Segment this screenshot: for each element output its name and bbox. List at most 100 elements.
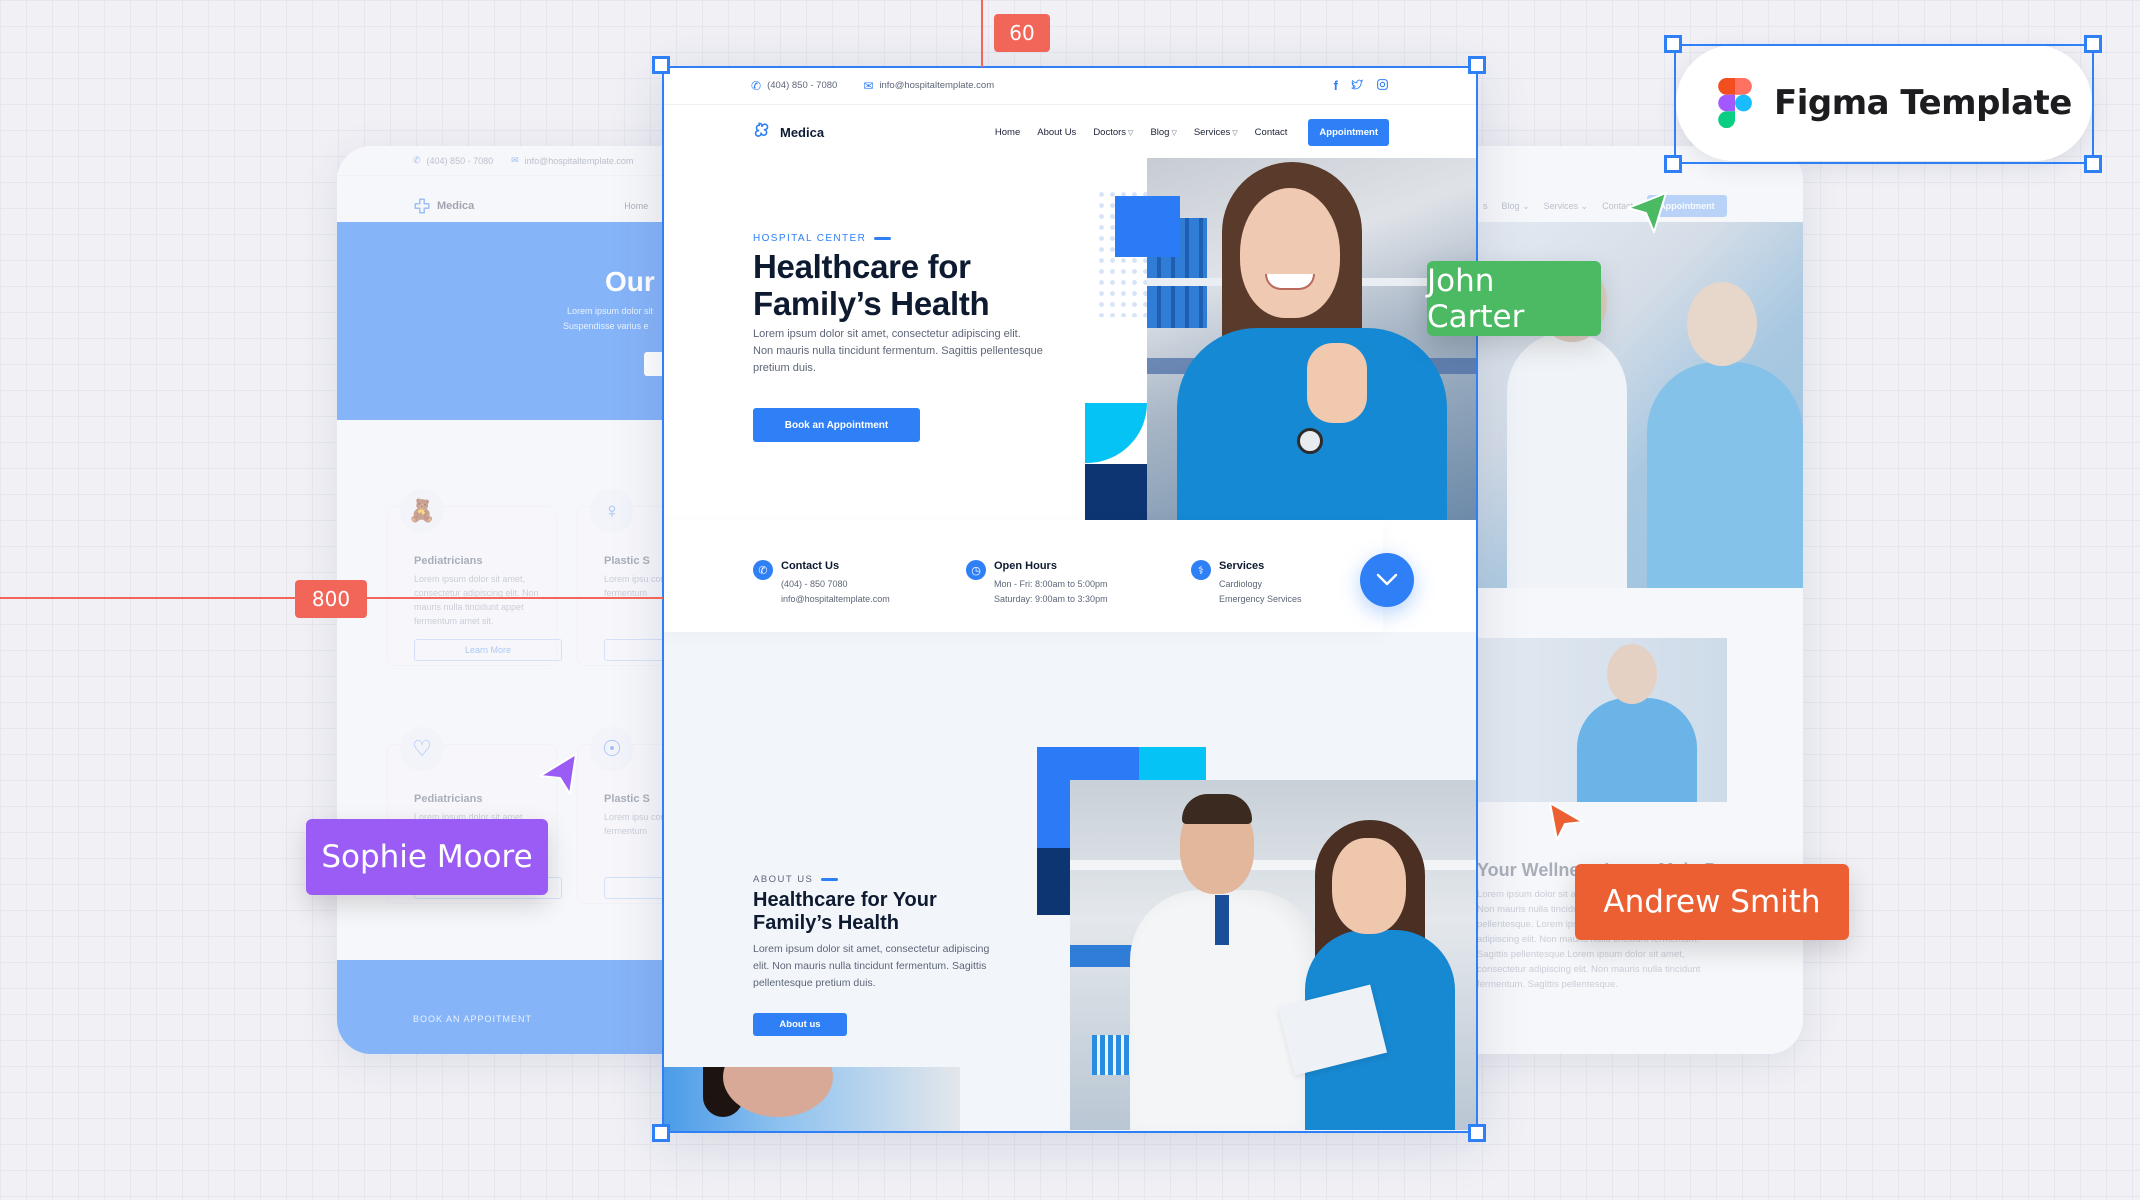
right-nav-item[interactable]: s bbox=[1483, 201, 1488, 211]
top-bar: ✆ (404) 850 - 7080 ✉ info@hospitaltempla… bbox=[663, 67, 1477, 105]
phone-icon: ✆ bbox=[413, 155, 421, 165]
collaborator-tag-john: John Carter bbox=[1427, 261, 1601, 336]
resize-handle-bl[interactable] bbox=[652, 1124, 670, 1142]
accent-dash bbox=[874, 237, 892, 240]
left-hero-line: Suspendisse varius e bbox=[563, 321, 649, 331]
mail-icon: ✉ bbox=[511, 155, 519, 165]
nurse-photo bbox=[1477, 638, 1727, 802]
cursor-arrow-icon bbox=[539, 753, 577, 795]
topbar-email[interactable]: ✉ info@hospitaltemplate.com bbox=[863, 79, 994, 93]
bottom-photo-mother bbox=[663, 1067, 960, 1132]
info-line: Emergency Services bbox=[1219, 594, 1302, 604]
info-contact: ✆ Contact Us (404) - 850 7080 info@hospi… bbox=[753, 560, 890, 607]
resize-handle-br[interactable] bbox=[2084, 155, 2102, 173]
nav-blog[interactable]: Blog ▽ bbox=[1150, 127, 1176, 138]
nav-links: Home About Us Doctors ▽ Blog ▽ Services ▽ C… bbox=[995, 118, 1389, 146]
right-nav-label: Blog bbox=[1501, 200, 1520, 211]
about-eyebrow-text: ABOUT US bbox=[753, 874, 814, 885]
about-eyebrow: ABOUT US bbox=[753, 874, 839, 885]
figma-logo-icon bbox=[1718, 78, 1752, 128]
info-line: Saturday: 9:00am to 3:30pm bbox=[994, 594, 1108, 604]
phone-icon: ✆ bbox=[753, 560, 773, 580]
nav-label: Blog bbox=[1150, 126, 1170, 138]
hero-eyebrow: HOSPITAL CENTER bbox=[753, 233, 892, 244]
info-title: Services bbox=[1219, 560, 1265, 572]
left-hero-line: Lorem ipsum dolor sit bbox=[567, 306, 654, 316]
info-title: Open Hours bbox=[994, 560, 1057, 572]
nav-services[interactable]: Services ▽ bbox=[1194, 127, 1238, 138]
book-appointment-button[interactable]: Book an Appointment bbox=[753, 408, 920, 442]
topbar-phone[interactable]: ✆ (404) 850 - 7080 bbox=[751, 79, 837, 93]
left-nav-home[interactable]: Home bbox=[624, 201, 648, 211]
service-card: 🧸 Pediatricians Lorem ipsum dolor sit am… bbox=[387, 489, 562, 666]
cursor-arrow-icon bbox=[1627, 192, 1667, 233]
figma-template-label: Figma Template bbox=[1774, 83, 2072, 123]
service-card-title: Plastic S bbox=[604, 793, 650, 805]
left-page-email: info@hospitaltemplate.com bbox=[524, 155, 634, 166]
nav-contact[interactable]: Contact bbox=[1255, 127, 1288, 138]
about-section: ABOUT US Healthcare for Your Family’s He… bbox=[663, 632, 1477, 1132]
decor-blue-square bbox=[1115, 196, 1180, 257]
twitter-icon[interactable] bbox=[1350, 78, 1364, 91]
resize-handle-tl[interactable] bbox=[1664, 35, 1682, 53]
collaborator-tag-andrew: Andrew Smith bbox=[1575, 864, 1849, 940]
nav-label: Doctors bbox=[1093, 126, 1127, 138]
measure-tag-top: 60 bbox=[994, 14, 1050, 52]
nav-label: Services bbox=[1193, 126, 1231, 138]
book-appointment-link[interactable]: BOOK AN APPOITMENT bbox=[413, 1014, 532, 1024]
measure-tag-left: 800 bbox=[295, 580, 367, 618]
hero-photo-nurse bbox=[1147, 158, 1477, 520]
nav-doctors[interactable]: Doctors ▽ bbox=[1093, 127, 1133, 138]
decor-cyan-quarter bbox=[1085, 403, 1147, 463]
brand-name: Medica bbox=[780, 124, 825, 140]
service-card-desc: Lorem ipsum dolor sit amet, consectetur … bbox=[414, 574, 539, 626]
scroll-down-button[interactable] bbox=[1360, 553, 1414, 607]
about-us-button[interactable]: About us bbox=[753, 1013, 847, 1036]
info-title: Contact Us bbox=[781, 560, 840, 572]
resize-handle-br[interactable] bbox=[1468, 1124, 1486, 1142]
resize-handle-tr[interactable] bbox=[1468, 56, 1486, 74]
phone-icon: ✆ bbox=[751, 78, 762, 93]
facebook-icon[interactable]: f bbox=[1334, 78, 1338, 93]
decor-navy-square bbox=[1085, 464, 1147, 520]
left-hero-subtitle: Lorem ipsum dolor sit Suspendisse varius… bbox=[563, 304, 654, 334]
learn-more-button[interactable]: Learn More bbox=[414, 639, 562, 661]
accent-dash bbox=[821, 878, 839, 881]
nav-home[interactable]: Home bbox=[995, 127, 1020, 138]
chevron-down-icon: ▽ bbox=[1128, 129, 1134, 137]
info-line: Cardiology bbox=[1219, 579, 1263, 589]
right-nav-blog[interactable]: Blog ⌄ bbox=[1502, 201, 1530, 212]
resize-handle-bl[interactable] bbox=[1664, 155, 1682, 173]
chevron-down-icon: ⌄ bbox=[1522, 200, 1530, 211]
chevron-down-icon: ⌄ bbox=[1580, 200, 1589, 211]
resize-handle-tl[interactable] bbox=[652, 56, 670, 74]
teddy-bear-icon: 🧸 bbox=[400, 489, 444, 533]
right-nav-services[interactable]: Services ⌄ bbox=[1544, 201, 1589, 212]
info-services: ⚕ Services Cardiology Emergency Services bbox=[1191, 560, 1302, 607]
left-page-logo: Medica bbox=[413, 197, 474, 215]
nav-about-us[interactable]: About Us bbox=[1037, 127, 1076, 138]
measure-line-vertical bbox=[981, 0, 983, 67]
social-links: f bbox=[1334, 78, 1389, 93]
decor-navy-rect bbox=[1037, 848, 1071, 915]
service-card-title: Pediatricians bbox=[414, 793, 483, 805]
mail-icon: ✉ bbox=[863, 78, 874, 93]
clock-icon: ◷ bbox=[966, 560, 986, 580]
right-nav-label: Services bbox=[1543, 200, 1579, 211]
stomach-icon: ☉ bbox=[590, 727, 634, 771]
figma-template-badge: Figma Template bbox=[1676, 45, 2092, 161]
about-description: Lorem ipsum dolor sit amet, consectetur … bbox=[753, 943, 990, 989]
email-text: info@hospitaltemplate.com bbox=[879, 80, 995, 91]
main-nav: Medica Home About Us Doctors ▽ Blog ▽ Serv… bbox=[663, 105, 1477, 159]
appointment-button[interactable]: Appointment bbox=[1308, 118, 1389, 146]
main-page-frame[interactable]: ✆ (404) 850 - 7080 ✉ info@hospitaltempla… bbox=[663, 67, 1477, 1132]
resize-handle-tr[interactable] bbox=[2084, 35, 2102, 53]
info-line: info@hospitaltemplate.com bbox=[781, 594, 890, 604]
info-hours: ◷ Open Hours Mon - Fri: 8:00am to 5:00pm… bbox=[966, 560, 1108, 607]
hero-title: Healthcare for Family’s Health bbox=[753, 248, 990, 322]
medica-logo-icon bbox=[414, 198, 430, 214]
site-logo[interactable]: Medica bbox=[751, 121, 824, 143]
medica-logo-icon bbox=[754, 122, 769, 137]
chevron-down-icon bbox=[1376, 573, 1398, 586]
instagram-icon[interactable] bbox=[1376, 78, 1389, 91]
